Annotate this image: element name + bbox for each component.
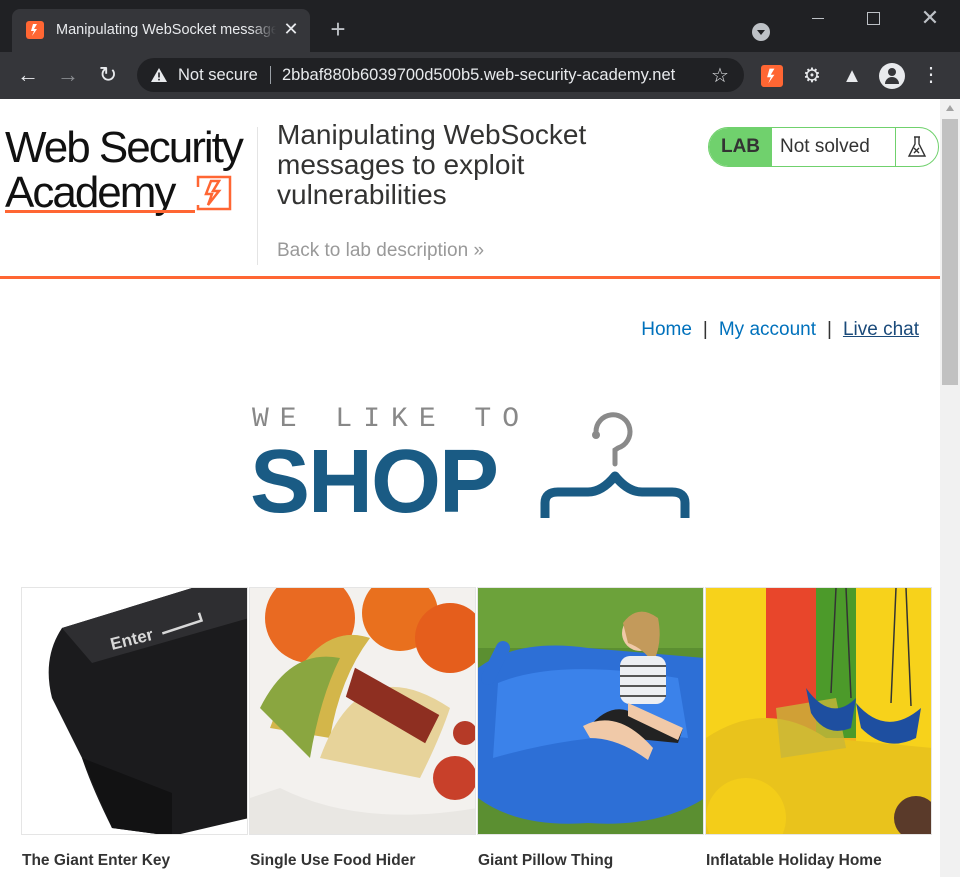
academy-header: Web Security Academy Manipulating WebSoc… — [0, 99, 940, 279]
web-security-academy-logo[interactable]: Web Security Academy — [5, 125, 253, 217]
product-name: The Giant Enter Key — [22, 852, 171, 869]
product-grid: Enter The Giant Enter Key Single Use Foo… — [21, 587, 940, 877]
lab-tag: LAB — [709, 128, 772, 166]
minimize-button[interactable] — [803, 6, 833, 30]
scroll-thumb[interactable] — [942, 119, 958, 385]
extensions-puzzle-icon[interactable]: ⚙ — [801, 65, 823, 87]
back-to-lab-description-link[interactable]: Back to lab description » — [277, 240, 484, 262]
browser-menu-icon[interactable]: ⋮ — [920, 64, 942, 86]
profile-avatar-icon[interactable] — [879, 63, 905, 89]
nav-home-link[interactable]: Home — [641, 319, 692, 340]
coat-hanger-icon — [540, 412, 690, 518]
product-name: Inflatable Holiday Home — [706, 852, 882, 869]
nav-live-chat-link[interactable]: Live chat — [843, 319, 919, 340]
scroll-up-arrow-icon[interactable] — [946, 105, 954, 111]
product-image[interactable] — [477, 587, 704, 835]
logo-line-2: Academy — [5, 168, 176, 217]
lab-status-text: Not solved — [780, 136, 870, 157]
burp-extension-icon[interactable] — [761, 65, 783, 87]
product-name: Single Use Food Hider — [250, 852, 416, 869]
url-text[interactable]: 2bbaf880b6039700d500b5.web-security-acad… — [282, 66, 707, 85]
product-image[interactable]: Enter — [21, 587, 248, 835]
omnibox-divider — [270, 66, 271, 84]
nav-separator: | — [827, 319, 832, 340]
we-like-to-shop-logo: WE LIKE TO SHOP — [250, 404, 690, 532]
logo-bolt-icon — [196, 175, 232, 211]
forward-arrow-icon[interactable]: → — [57, 64, 79, 86]
browser-tab[interactable]: Manipulating WebSocket message ✕ — [12, 9, 310, 52]
lab-title: Manipulating WebSocket messages to explo… — [277, 119, 587, 210]
shop-tagline: WE LIKE TO — [252, 404, 531, 435]
product-image[interactable] — [249, 587, 476, 835]
shop-word: SHOP — [250, 432, 499, 532]
security-label[interactable]: Not secure — [178, 66, 258, 85]
tab-close-icon[interactable]: ✕ — [282, 20, 300, 38]
browser-toolbar: ← → ↻ Not secure 2bbaf880b6039700d500b5.… — [0, 52, 960, 99]
tab-search-icon[interactable] — [752, 23, 770, 41]
nav-my-account-link[interactable]: My account — [719, 319, 816, 340]
logo-underline — [5, 210, 195, 213]
reload-icon[interactable]: ↻ — [97, 64, 119, 86]
page-viewport: Web Security Academy Manipulating WebSoc… — [0, 99, 940, 877]
bookmark-star-icon[interactable]: ☆ — [711, 63, 729, 88]
address-bar[interactable]: Not secure 2bbaf880b6039700d500b5.web-se… — [137, 58, 744, 92]
tab-title: Manipulating WebSocket message — [56, 22, 276, 38]
window-close-button[interactable]: ✕ — [915, 6, 945, 30]
nav-separator: | — [702, 319, 708, 340]
lab-status-badge: LAB Not solved — [708, 127, 939, 167]
product-name: Giant Pillow Thing — [478, 852, 614, 869]
logo-line-1: Web Security — [5, 123, 244, 172]
new-tab-button[interactable]: + — [327, 16, 349, 42]
header-divider — [257, 127, 258, 265]
browser-tab-strip: Manipulating WebSocket message ✕ + ✕ — [0, 0, 960, 52]
lab-flask-icon — [895, 128, 938, 166]
product-image[interactable] — [705, 587, 932, 835]
top-nav: Home | My account | Live chat — [641, 319, 919, 341]
lab-favicon-icon — [26, 21, 44, 39]
warning-icon — [151, 68, 167, 82]
page-scrollbar[interactable] — [940, 99, 960, 877]
maximize-button[interactable] — [858, 6, 888, 30]
back-arrow-icon[interactable]: ← — [17, 64, 39, 86]
flask-extension-icon[interactable]: ▲ — [841, 65, 863, 87]
